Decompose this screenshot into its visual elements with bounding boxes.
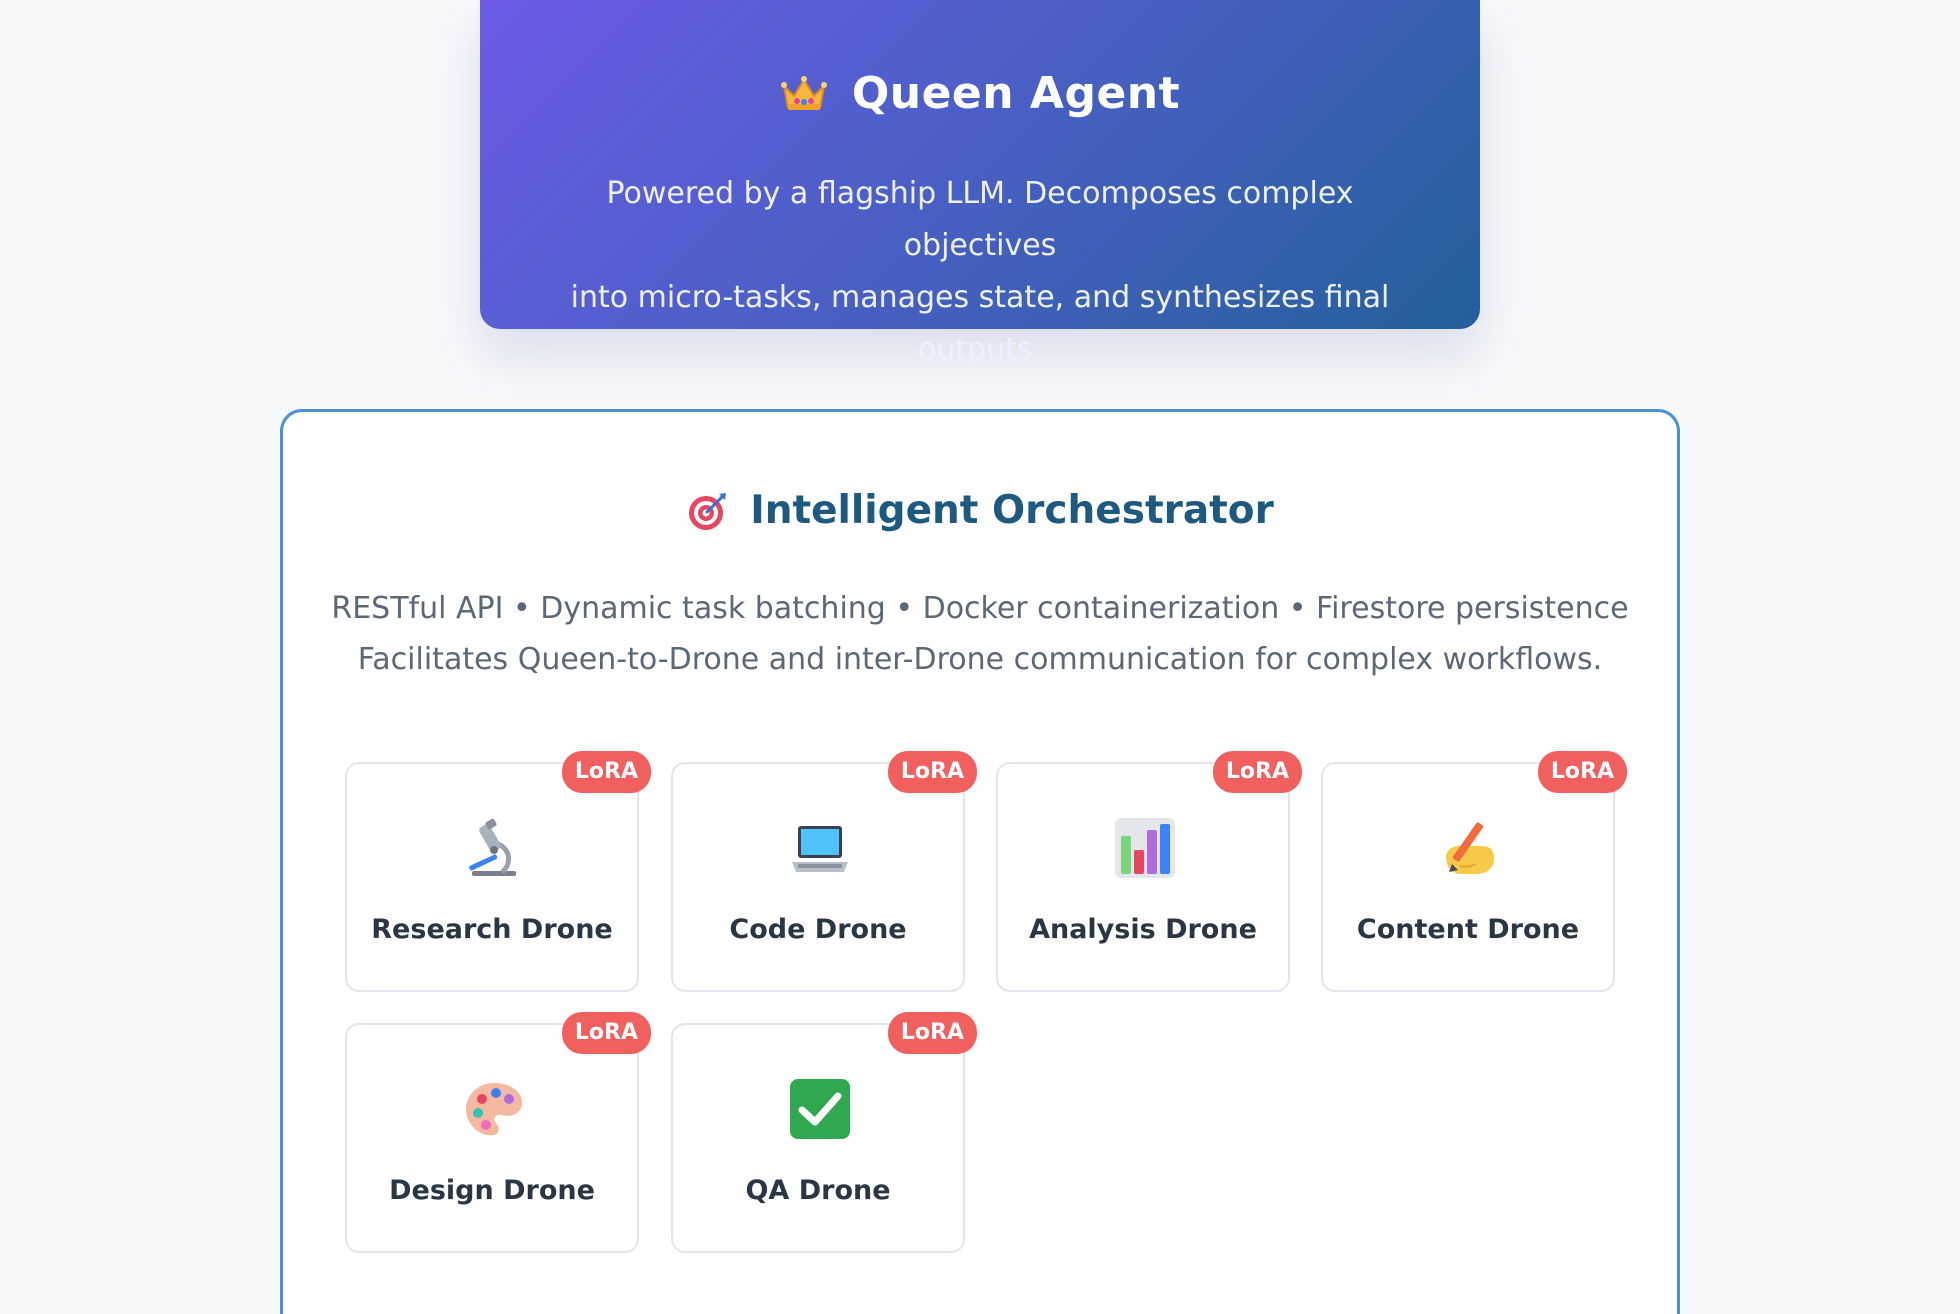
drone-label: QA Drone [745, 1175, 891, 1206]
drone-label: Code Drone [729, 914, 907, 945]
orchestrator-title-row: Intelligent Orchestrator [283, 488, 1677, 533]
writing-hand-icon [1446, 822, 1494, 874]
drone-card-analysis[interactable]: LoRA Analysis Drone [996, 751, 1302, 992]
queen-agent-card: Queen Agent Powered by a flagship LLM. D… [480, 0, 1480, 367]
bar-chart-icon [1115, 818, 1175, 878]
microscope-icon [469, 818, 516, 876]
lora-badge: LoRA [561, 1012, 651, 1054]
orchestrator-description-line: Facilitates Queen-to-Drone and inter-Dro… [357, 642, 1603, 677]
orchestrator-title: Intelligent Orchestrator [750, 488, 1274, 533]
queen-title: Queen Agent [851, 68, 1181, 119]
page: Queen Agent Powered by a flagship LLM. D… [0, 0, 1960, 1314]
target-icon [689, 492, 727, 530]
lora-badge: LoRA [887, 751, 977, 793]
lora-badge: LoRA [1537, 751, 1627, 793]
drone-label: Research Drone [371, 914, 613, 945]
orchestrator-description-line: RESTful API • Dynamic task batching • Do… [331, 591, 1629, 626]
drone-card-content[interactable]: LoRA Content Drone [1321, 751, 1627, 992]
drone-card-design[interactable]: LoRA Design Drone [345, 1012, 651, 1253]
palette-icon [466, 1083, 522, 1136]
queen-description-line: Powered by a flagship LLM. Decomposes co… [606, 176, 1354, 263]
drone-card-research[interactable]: LoRA Research Drone [345, 751, 651, 992]
orchestrator-description: RESTful API • Dynamic task batching • Do… [283, 583, 1677, 685]
drone-label: Analysis Drone [1029, 914, 1257, 945]
lora-badge: LoRA [887, 1012, 977, 1054]
laptop-icon [792, 826, 848, 872]
drone-label: Content Drone [1356, 914, 1580, 945]
lora-badge: LoRA [1212, 751, 1302, 793]
drone-card-code[interactable]: LoRA Code Drone [671, 751, 977, 992]
drone-label: Design Drone [389, 1175, 595, 1206]
queen-description-line: into micro-tasks, manages state, and syn… [570, 280, 1390, 367]
orchestrator-panel: Intelligent Orchestrator RESTful API • D… [280, 409, 1680, 1314]
crown-icon [780, 75, 827, 110]
drone-card-qa[interactable]: LoRA QA Drone [671, 1012, 977, 1253]
check-box-icon [790, 1079, 850, 1139]
lora-badge: LoRA [561, 751, 651, 793]
queen-description: Powered by a flagship LLM. Decomposes co… [540, 168, 1420, 376]
queen-title-row: Queen Agent [480, 68, 1480, 119]
